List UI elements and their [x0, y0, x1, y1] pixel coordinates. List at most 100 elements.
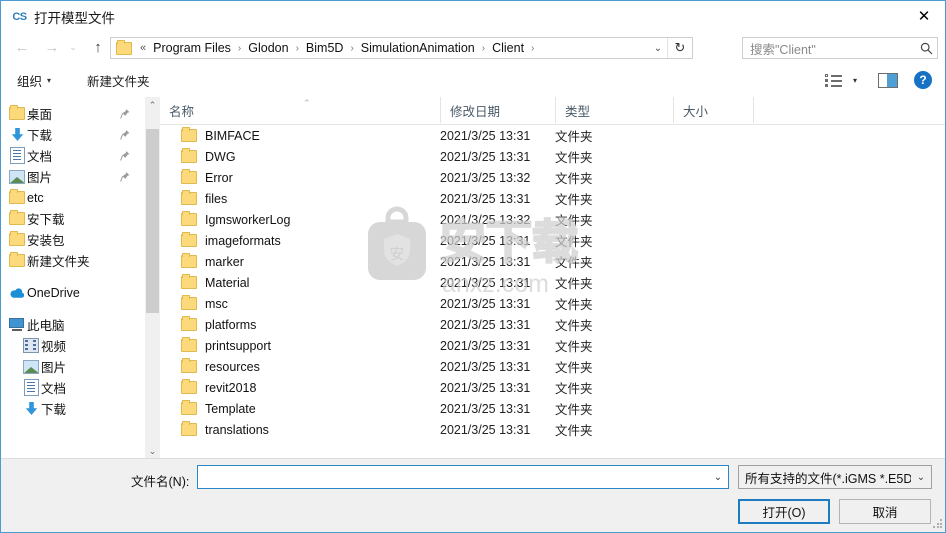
sidebar-item-videos[interactable]: 视频	[1, 335, 144, 356]
sidebar-item-label: 图片	[27, 171, 53, 185]
onedrive-icon	[9, 285, 25, 301]
file-name-cell[interactable]: revit2018	[160, 379, 256, 395]
sidebar-item-downloads-pc[interactable]: 下载	[1, 398, 144, 419]
column-header-type[interactable]: 类型	[555, 97, 673, 123]
filename-input[interactable]	[198, 466, 708, 488]
scrollbar-thumb[interactable]	[146, 129, 159, 313]
chevron-down-icon[interactable]: ⌄	[648, 38, 668, 58]
sidebar-item-new-folder[interactable]: 新建文件夹	[1, 250, 144, 271]
file-name-cell[interactable]: marker	[160, 253, 244, 269]
file-name-cell[interactable]: files	[160, 190, 227, 206]
table-row[interactable]: Error 2021/3/25 13:32 文件夹	[160, 167, 945, 188]
organize-button[interactable]: 组织 ▾	[11, 64, 57, 96]
sidebar-item-label: 安装包	[27, 234, 65, 248]
sidebar-item-label: 下载	[41, 403, 67, 417]
navigation-sidebar[interactable]: 桌面 下载 文档 图片 etc 安下载 安装包 新建文件夹 OneDrive 此…	[1, 97, 144, 460]
column-header-date-label: 修改日期	[450, 104, 501, 119]
table-row[interactable]: resources 2021/3/25 13:31 文件夹	[160, 356, 945, 377]
chevron-down-icon[interactable]: ⌄	[708, 472, 728, 483]
new-folder-button[interactable]: 新建文件夹	[81, 64, 156, 96]
table-row[interactable]: files 2021/3/25 13:31 文件夹	[160, 188, 945, 209]
breadcrumb-segment[interactable]: Program Files	[150, 39, 234, 57]
preview-pane-button[interactable]	[876, 64, 900, 96]
folder-icon	[181, 379, 197, 394]
table-row[interactable]: DWG 2021/3/25 13:31 文件夹	[160, 146, 945, 167]
breadcrumb-segment[interactable]: SimulationAnimation	[358, 39, 478, 57]
file-name-cell[interactable]: translations	[160, 421, 269, 437]
back-icon[interactable]: ←	[9, 31, 35, 64]
table-row[interactable]: platforms 2021/3/25 13:31 文件夹	[160, 314, 945, 335]
sidebar-item-anxiazai[interactable]: 安下载	[1, 208, 144, 229]
cancel-button[interactable]: 取消	[839, 499, 931, 524]
view-options-caret[interactable]: ▾	[846, 64, 864, 96]
file-name-cell[interactable]: platforms	[160, 316, 256, 332]
file-name-cell[interactable]: BIMFACE	[160, 127, 260, 143]
table-row[interactable]: Template 2021/3/25 13:31 文件夹	[160, 398, 945, 419]
table-row[interactable]: Material 2021/3/25 13:31 文件夹	[160, 272, 945, 293]
folder-icon	[181, 169, 197, 184]
breadcrumb-separator-icon[interactable]: ›	[346, 43, 357, 54]
sidebar-item-pictures[interactable]: 图片	[1, 166, 144, 187]
file-name-cell[interactable]: imageformats	[160, 232, 281, 248]
column-header-name[interactable]: 名称 ⌃	[160, 97, 440, 123]
file-type-cell: 文件夹	[555, 424, 593, 438]
file-type-filter[interactable]: 所有支持的文件(*.iGMS *.E5D ⌄	[738, 465, 932, 489]
resize-grip[interactable]	[933, 519, 943, 529]
file-name-cell[interactable]: printsupport	[160, 337, 271, 353]
column-header-size[interactable]: 大小	[673, 97, 753, 123]
help-button[interactable]: ?	[911, 64, 935, 96]
file-name-cell[interactable]: msc	[160, 295, 228, 311]
refresh-icon[interactable]: ↻	[667, 38, 692, 58]
breadcrumb-segment[interactable]: Bim5D	[303, 39, 347, 57]
sidebar-item-onedrive[interactable]: OneDrive	[1, 282, 144, 303]
search-box[interactable]: 搜索"Client"	[742, 37, 938, 59]
view-options-button[interactable]	[821, 64, 845, 96]
breadcrumb-separator-icon[interactable]: ›	[234, 43, 245, 54]
sidebar-item-etc[interactable]: etc	[1, 187, 144, 208]
close-icon[interactable]: ✕	[901, 1, 945, 31]
chevron-down-icon[interactable]: ⌄	[911, 472, 931, 483]
breadcrumb-segment[interactable]: Glodon	[245, 39, 291, 57]
file-name-cell[interactable]: resources	[160, 358, 260, 374]
up-icon[interactable]: ↑	[85, 31, 111, 64]
sidebar-scrollbar[interactable]: ⌃ ⌄	[144, 97, 160, 460]
breadcrumb-separator-icon[interactable]: ›	[292, 43, 303, 54]
breadcrumb-overflow-icon[interactable]: «	[136, 42, 150, 54]
sidebar-item-desktop[interactable]: 桌面	[1, 103, 144, 124]
sidebar-item-anzhuangbao[interactable]: 安装包	[1, 229, 144, 250]
table-row[interactable]: translations 2021/3/25 13:31 文件夹	[160, 419, 945, 440]
table-row[interactable]: printsupport 2021/3/25 13:31 文件夹	[160, 335, 945, 356]
document-icon	[9, 147, 25, 164]
search-input[interactable]: 搜索"Client"	[743, 39, 915, 58]
file-name-cell[interactable]: Error	[160, 169, 233, 185]
sidebar-item-this-pc[interactable]: 此电脑	[1, 314, 144, 335]
recent-locations-icon[interactable]: ⌄	[64, 31, 82, 64]
table-row[interactable]: IgmsworkerLog 2021/3/25 13:32 文件夹	[160, 209, 945, 230]
sidebar-item-documents-pc[interactable]: 文档	[1, 377, 144, 398]
filename-field[interactable]: ⌄	[197, 465, 729, 489]
table-row[interactable]: msc 2021/3/25 13:31 文件夹	[160, 293, 945, 314]
table-row[interactable]: revit2018 2021/3/25 13:31 文件夹	[160, 377, 945, 398]
file-name-cell[interactable]: Template	[160, 400, 256, 416]
breadcrumb-separator-icon[interactable]: ›	[527, 43, 538, 54]
sidebar-item-downloads[interactable]: 下载	[1, 124, 144, 145]
file-name-cell[interactable]: IgmsworkerLog	[160, 211, 290, 227]
breadcrumb-segment[interactable]: Client	[489, 39, 527, 57]
breadcrumb[interactable]: « Program Files › Glodon › Bim5D › Simul…	[110, 37, 693, 59]
folder-icon	[181, 358, 197, 373]
file-date-cell: 2021/3/25 13:31	[440, 359, 531, 374]
sidebar-item-pictures-pc[interactable]: 图片	[1, 356, 144, 377]
table-row[interactable]: marker 2021/3/25 13:31 文件夹	[160, 251, 945, 272]
column-headers: 名称 ⌃ 修改日期 类型 大小	[160, 97, 945, 125]
pin-icon	[120, 150, 130, 161]
file-name-cell[interactable]: Material	[160, 274, 249, 290]
scroll-up-icon[interactable]: ⌃	[145, 97, 160, 114]
file-name-cell[interactable]: DWG	[160, 148, 236, 164]
sidebar-item-documents[interactable]: 文档	[1, 145, 144, 166]
table-row[interactable]: imageformats 2021/3/25 13:31 文件夹	[160, 230, 945, 251]
open-button[interactable]: 打开(O)	[738, 499, 830, 524]
breadcrumb-separator-icon[interactable]: ›	[478, 43, 489, 54]
column-header-date[interactable]: 修改日期	[440, 97, 555, 123]
table-row[interactable]: BIMFACE 2021/3/25 13:31 文件夹	[160, 125, 945, 146]
forward-icon[interactable]: →	[39, 31, 65, 64]
